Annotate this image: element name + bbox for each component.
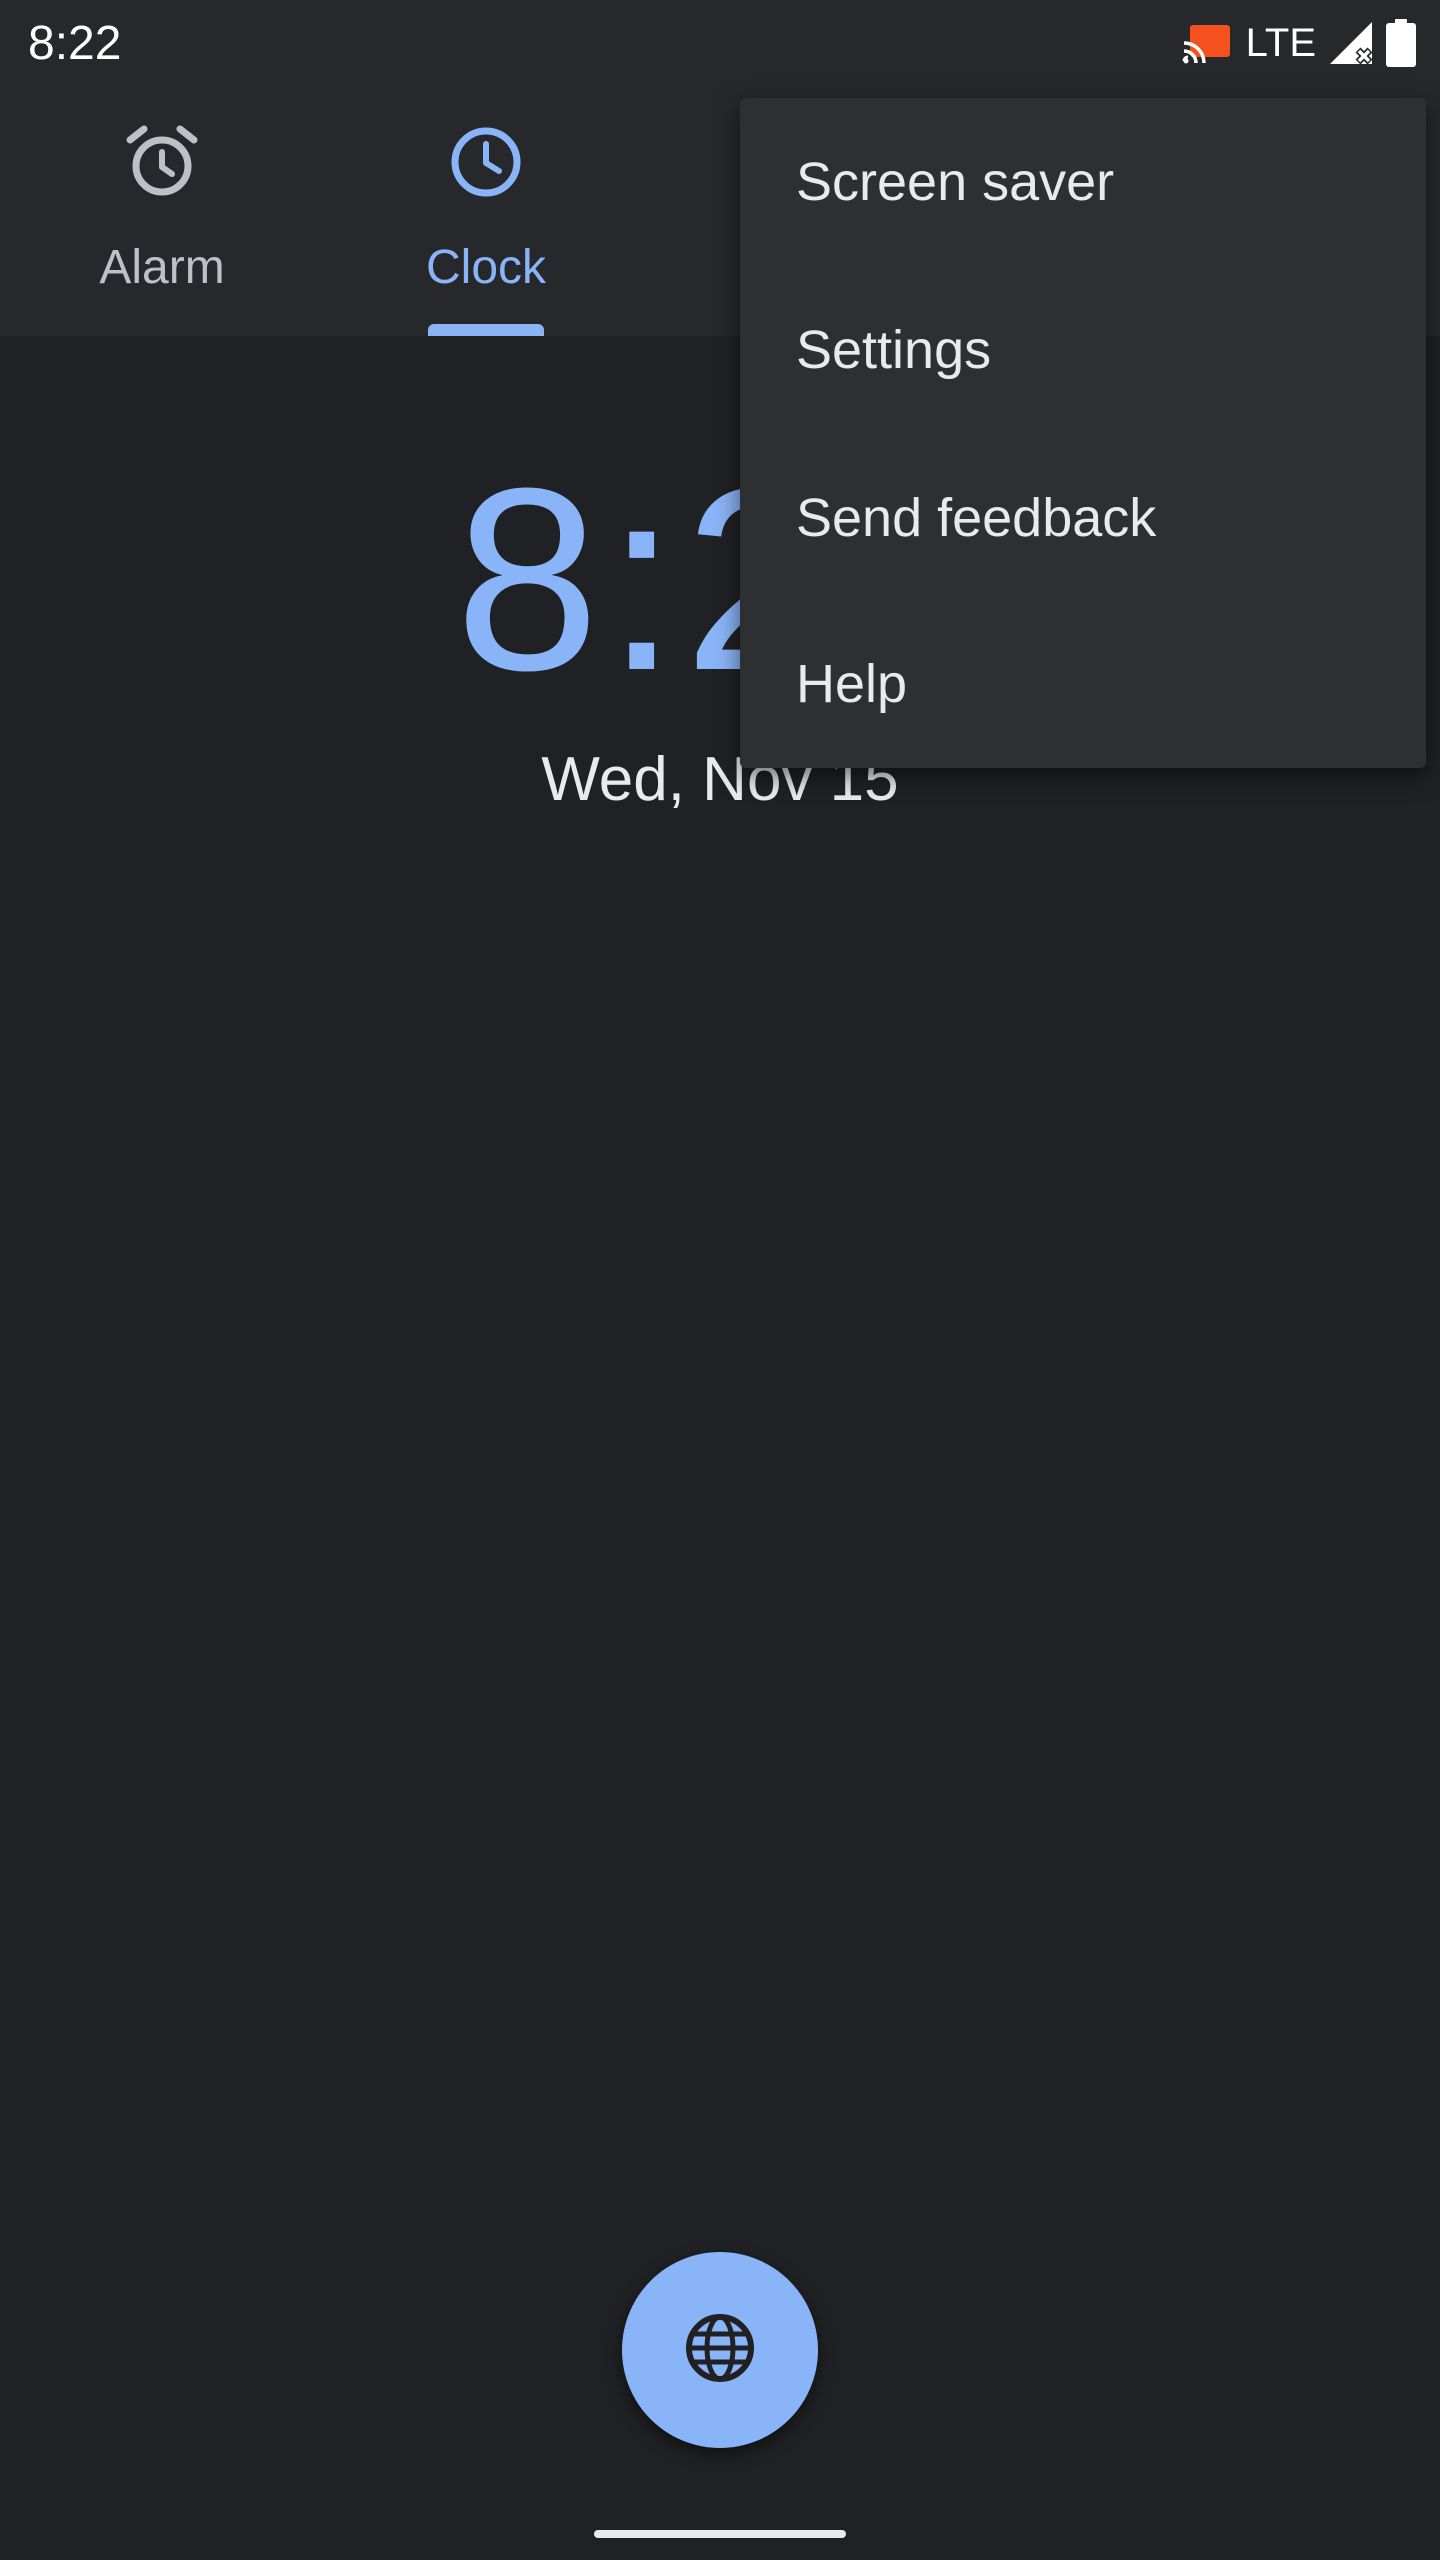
tab-selected-indicator — [428, 324, 544, 336]
menu-item-help[interactable]: Help — [740, 600, 1426, 768]
menu-item-screen-saver[interactable]: Screen saver — [740, 98, 1426, 266]
gesture-navigation-bar[interactable] — [594, 2530, 846, 2538]
status-icons: LTE — [1182, 18, 1416, 68]
tab-clock-label: Clock — [425, 241, 547, 294]
clock-app-screen: 8:22 LTE Alarm Clock 8:22 Wed, Nov 15 Sc… — [0, 0, 1440, 2560]
add-city-button[interactable] — [622, 2252, 818, 2448]
menu-item-send-feedback[interactable]: Send feedback — [740, 434, 1426, 602]
tab-alarm[interactable]: Alarm — [2, 88, 322, 336]
battery-icon — [1386, 19, 1416, 67]
cast-icon — [1182, 21, 1234, 65]
globe-icon — [684, 2312, 756, 2389]
status-time: 8:22 — [28, 17, 122, 70]
alarm-icon — [124, 124, 200, 205]
status-bar: 8:22 LTE — [0, 0, 1440, 88]
clock-icon — [448, 124, 524, 205]
tab-clock[interactable]: Clock — [326, 88, 646, 336]
signal-icon — [1328, 20, 1374, 66]
overflow-menu: Screen saver Settings Send feedback Help — [740, 98, 1426, 768]
tab-alarm-label: Alarm — [99, 241, 225, 294]
menu-item-settings[interactable]: Settings — [740, 266, 1426, 434]
network-type-label: LTE — [1245, 21, 1316, 65]
